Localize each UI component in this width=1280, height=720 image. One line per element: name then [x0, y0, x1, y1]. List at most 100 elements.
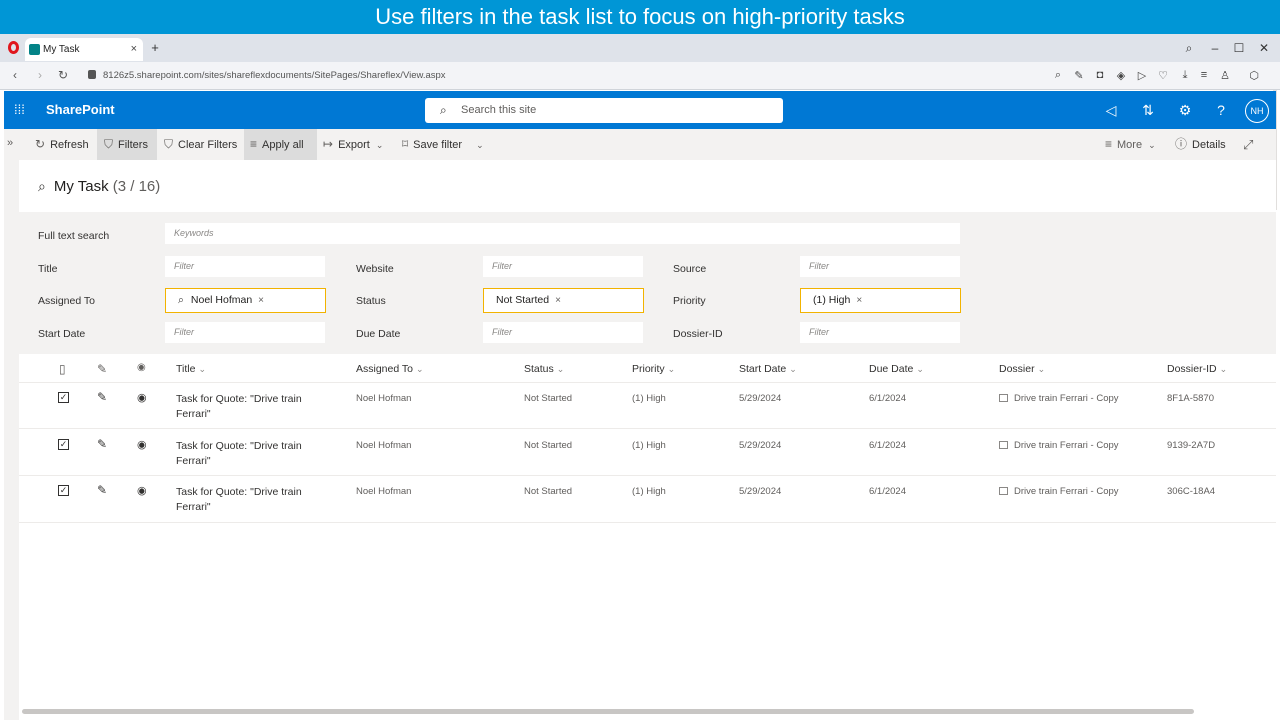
start-date-filter-input[interactable]: Filter — [165, 322, 325, 343]
edit-icon[interactable]: ✎ — [1072, 69, 1086, 82]
status-filter-input[interactable]: Not Started × — [483, 288, 644, 313]
new-tab-button[interactable]: + — [148, 41, 162, 55]
edit-icon[interactable]: ✎ — [97, 483, 107, 497]
sharepoint-favicon-icon — [29, 44, 40, 55]
table-cell-dossier[interactable]: Drive train Ferrari - Copy — [999, 486, 1119, 497]
browser-tab[interactable]: My Task × — [25, 38, 143, 61]
item-count: (3 / 16) — [112, 178, 161, 195]
forward-icon[interactable]: › — [33, 68, 47, 82]
table-cell-due-date: 6/1/2024 — [869, 440, 906, 451]
megaphone-icon[interactable]: ◁ — [1102, 102, 1120, 118]
left-nav-strip: » — [4, 129, 19, 720]
play-icon[interactable]: ▷ — [1135, 69, 1149, 82]
filters-button[interactable]: ⛉ Filters — [97, 129, 157, 160]
app-launcher-icon[interactable]: ⁞⁞⁞ — [14, 103, 28, 117]
apply-all-button[interactable]: ≡ Apply all — [244, 129, 317, 160]
page-search-icon[interactable]: ⌕ — [1051, 69, 1065, 82]
avatar[interactable]: NH — [1245, 99, 1269, 123]
chevron-down-icon: ⌄ — [375, 140, 384, 150]
column-header-start-date[interactable]: Start Date ⌄ — [739, 363, 797, 375]
chevron-down-icon: ⌄ — [416, 364, 424, 374]
back-icon[interactable]: ‹ — [8, 68, 22, 82]
eye-icon[interactable]: ◉ — [137, 484, 147, 497]
command-bar: ↻ Refresh ⛉ Filters ⛉ Clear Filters ≡ Apply … — [19, 129, 1276, 160]
search-placeholder: Search this site — [461, 104, 537, 116]
assigned-filter-input[interactable]: ⌕ Noel Hofman × — [165, 288, 326, 313]
share-icon[interactable]: ⇅ — [1139, 102, 1157, 118]
edit-icon[interactable]: ✎ — [97, 437, 107, 451]
close-window-icon[interactable]: ✕ — [1256, 41, 1272, 55]
heart-icon[interactable]: ♡ — [1156, 69, 1170, 82]
table-cell-assigned: Noel Hofman — [356, 486, 412, 497]
save-filter-button[interactable]: ⌑ Save filter ⌄ — [402, 129, 484, 160]
row-checkbox[interactable]: ✓ — [58, 392, 69, 403]
reload-icon[interactable]: ↻ — [56, 68, 70, 82]
site-search-input[interactable]: ⌕ Search this site — [425, 98, 783, 123]
column-header-priority[interactable]: Priority ⌄ — [632, 363, 675, 375]
source-filter-input[interactable]: Filter — [800, 256, 960, 277]
eye-icon[interactable]: ◉ — [137, 391, 147, 404]
export-button[interactable]: ↦ Export ⌄ — [323, 129, 383, 160]
table-cell-dossier[interactable]: Drive train Ferrari - Copy — [999, 393, 1119, 404]
search-icon[interactable]: ⌕ — [38, 178, 46, 194]
clear-filters-button[interactable]: ⛉ Clear Filters — [164, 129, 237, 160]
expand-icon[interactable]: ⤢ — [1243, 129, 1253, 160]
search-tabs-icon[interactable]: ⌕ — [1181, 41, 1197, 55]
url-field[interactable]: 8126z5.sharepoint.com/sites/shareflexdoc… — [103, 70, 446, 81]
folder-icon — [999, 394, 1008, 402]
column-header-dossier-id[interactable]: Dossier-ID ⌄ — [1167, 363, 1227, 375]
extensions-icon[interactable]: ⬡ — [1247, 69, 1261, 82]
status-filter-label: Status — [356, 295, 386, 307]
row-checkbox[interactable]: ✓ — [58, 439, 69, 450]
table-cell-due-date: 6/1/2024 — [869, 393, 906, 404]
remove-filter-icon[interactable]: × — [856, 295, 862, 306]
tab-close-icon[interactable]: × — [131, 38, 137, 61]
download-icon[interactable]: ⤓ — [1178, 69, 1192, 82]
more-button[interactable]: ≡ More ⌄ — [1105, 129, 1156, 160]
due-date-filter-input[interactable]: Filter — [483, 322, 643, 343]
horizontal-scrollbar[interactable] — [22, 709, 1194, 714]
table-cell-dossier[interactable]: Drive train Ferrari - Copy — [999, 440, 1119, 451]
table-cell-priority: (1) High — [632, 486, 666, 497]
column-header-due-date[interactable]: Due Date ⌄ — [869, 363, 924, 375]
chevron-down-icon[interactable]: ⌄ — [476, 140, 484, 150]
website-filter-input[interactable]: Filter — [483, 256, 643, 277]
menu-icon[interactable]: ≡ — [1197, 69, 1211, 81]
row-divider — [19, 428, 1276, 429]
dossier-id-filter-input[interactable]: Filter — [800, 322, 960, 343]
table-cell-title[interactable]: Task for Quote: "Drive train Ferrari" — [176, 439, 321, 468]
remove-filter-icon[interactable]: × — [555, 295, 561, 306]
column-header-assigned-to[interactable]: Assigned To ⌄ — [356, 363, 424, 375]
gear-icon[interactable]: ⚙ — [1176, 102, 1194, 118]
filter-icon: ⛉ — [104, 137, 114, 151]
profile-icon[interactable]: ♙ — [1218, 69, 1232, 82]
minimize-icon[interactable]: – — [1207, 41, 1223, 55]
maximize-icon[interactable]: ☐ — [1231, 41, 1247, 55]
row-checkbox[interactable]: ✓ — [58, 485, 69, 496]
table-cell-title[interactable]: Task for Quote: "Drive train Ferrari" — [176, 485, 321, 514]
edit-icon[interactable]: ✎ — [97, 390, 107, 404]
help-icon[interactable]: ? — [1212, 102, 1230, 118]
document-icon — [999, 441, 1008, 449]
opera-logo-icon[interactable] — [8, 41, 19, 54]
folder-icon — [999, 487, 1008, 495]
camera-icon[interactable]: ◘ — [1093, 69, 1107, 81]
column-header-dossier[interactable]: Dossier ⌄ — [999, 363, 1045, 375]
shield-icon[interactable]: ◈ — [1114, 69, 1128, 82]
details-button[interactable]: ⓘ Details — [1175, 129, 1226, 160]
table-cell-title[interactable]: Task for Quote: "Drive train Ferrari" — [176, 392, 321, 421]
remove-filter-icon[interactable]: × — [258, 295, 264, 306]
full-text-search-input[interactable]: Keywords — [165, 223, 960, 244]
sharepoint-brand[interactable]: SharePoint — [46, 102, 115, 117]
table-cell-dossier-id: 306C-18A4 — [1167, 486, 1216, 497]
eye-icon[interactable]: ◉ — [137, 438, 147, 451]
title-filter-input[interactable]: Filter — [165, 256, 325, 277]
expand-nav-icon[interactable]: » — [7, 137, 13, 149]
refresh-button[interactable]: ↻ Refresh — [35, 129, 89, 160]
column-header-status[interactable]: Status ⌄ — [524, 363, 564, 375]
browser-tab-bar: My Task × + ⌕ – ☐ ✕ — [0, 34, 1280, 62]
priority-filter-input[interactable]: (1) High × — [800, 288, 961, 313]
column-header-title[interactable]: Title ⌄ — [176, 363, 206, 375]
document-type-icon: ▯ — [59, 362, 66, 376]
search-icon: ⌕ — [440, 103, 447, 117]
